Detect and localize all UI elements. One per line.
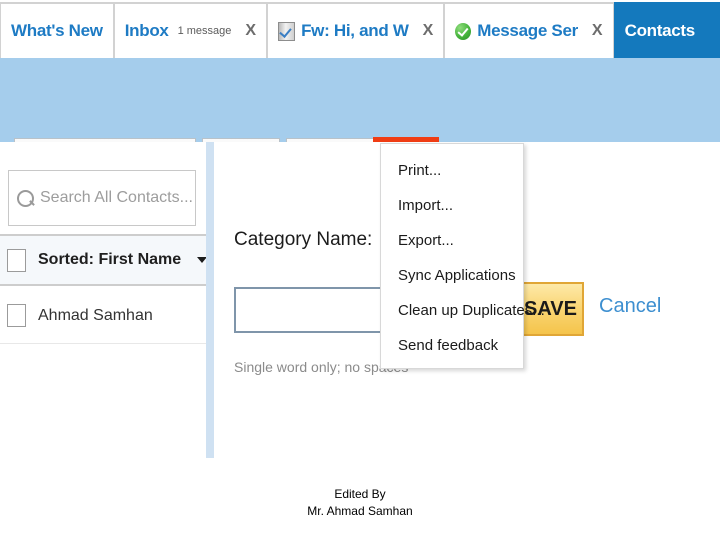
close-icon[interactable]: X (592, 22, 603, 40)
list-item[interactable]: Ahmad Samhan (0, 288, 206, 344)
contact-checkbox[interactable] (7, 304, 26, 327)
menu-item-export[interactable]: Export... (381, 228, 523, 253)
tab-label: What's New (11, 21, 103, 40)
select-all-checkbox[interactable] (7, 248, 26, 272)
tools-dropdown-menu: Print... Import... Export... Sync Applic… (380, 143, 545, 369)
tab-label: Fw: Hi, and W (301, 21, 409, 40)
close-icon[interactable]: X (245, 22, 256, 40)
tab-contacts[interactable]: Contacts X (613, 2, 720, 58)
sent-check-icon (455, 22, 472, 40)
contacts-app-window: What's New Inbox 1 message X Fw: Hi, and… (0, 0, 720, 458)
tab-label: Contacts (624, 21, 696, 40)
menu-item-import[interactable]: Import... (381, 193, 523, 218)
tab-label: Message Ser (477, 21, 578, 40)
tab-label: Inbox (124, 21, 169, 40)
search-icon (17, 189, 34, 207)
menu-item-send-feedback[interactable]: Send feedback (381, 333, 523, 358)
sidebar-content-divider (206, 142, 214, 458)
category-name-field[interactable] (234, 287, 398, 333)
menu-item-sync-applications[interactable]: Sync Applications (381, 263, 523, 288)
cancel-button[interactable]: Cancel (599, 295, 661, 318)
footer-credit: Edited By Mr. Ahmad Samhan (0, 486, 720, 520)
menu-item-clean-up-duplicates[interactable]: Clean up Duplicates... (381, 298, 545, 323)
close-icon[interactable]: X (423, 22, 434, 40)
sort-label: Sorted: First Name (38, 251, 182, 268)
category-name-label: Category Name: (234, 229, 373, 250)
footer-line-1: Edited By (334, 487, 386, 501)
tab-whats-new[interactable]: What's New (0, 2, 114, 58)
sort-header-row[interactable]: Sorted: First Name (0, 234, 208, 286)
footer-line-2: Mr. Ahmad Samhan (307, 504, 413, 518)
contact-name: Ahmad Samhan (38, 306, 153, 324)
contacts-sidebar: Search All Contacts... Sorted: First Nam… (0, 142, 208, 458)
search-input[interactable]: Search All Contacts... (8, 170, 196, 226)
draft-icon (278, 21, 296, 41)
search-placeholder: Search All Contacts... (40, 189, 193, 206)
tab-strip: What's New Inbox 1 message X Fw: Hi, and… (0, 0, 720, 58)
tab-message-sent[interactable]: Message Ser X (444, 2, 614, 58)
menu-item-print[interactable]: Print... (381, 158, 523, 183)
contacts-toolbar: View All Contacts Add Contact Add Catego… (0, 58, 720, 193)
tab-forward-message[interactable]: Fw: Hi, and W X (267, 2, 445, 58)
tab-inbox[interactable]: Inbox 1 message X (113, 2, 268, 58)
tab-badge-count: 1 message (177, 25, 232, 37)
